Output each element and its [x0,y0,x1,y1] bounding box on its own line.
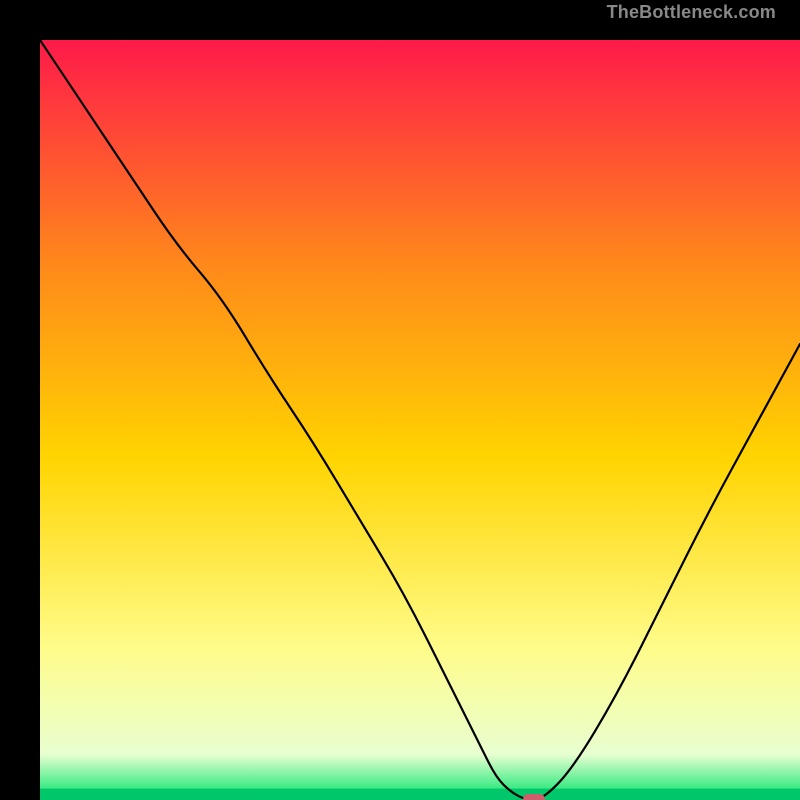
optimal-marker [523,794,545,800]
watermark-text: TheBottleneck.com [607,2,776,23]
bottleneck-chart [40,40,800,800]
optimal-green-band [40,789,800,800]
plot-area [40,40,800,800]
chart-frame [0,0,800,800]
heat-gradient-background [40,40,800,800]
